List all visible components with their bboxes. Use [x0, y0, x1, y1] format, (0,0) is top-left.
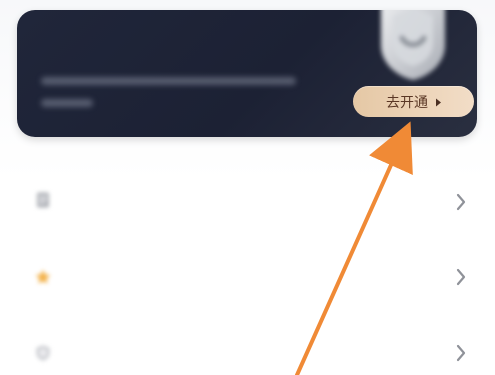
star-icon	[35, 269, 51, 284]
document-icon	[37, 192, 49, 208]
open-membership-button[interactable]: 去开通	[353, 86, 474, 117]
vip-card-subtitle	[41, 76, 311, 110]
menu-item-label-2	[80, 269, 246, 289]
menu-item-2[interactable]	[0, 242, 495, 314]
open-membership-label: 去开通	[386, 93, 428, 110]
chevron-right-icon	[456, 193, 466, 211]
triangle-right-icon	[436, 98, 441, 106]
shield-icon	[36, 345, 50, 361]
menu-item-label-3	[80, 348, 184, 368]
vip-card-title	[43, 36, 223, 54]
menu-item-1[interactable]	[0, 164, 495, 236]
vip-promo-card[interactable]: 去开通	[17, 10, 477, 137]
chevron-right-icon	[456, 344, 466, 362]
shield-badge-icon	[381, 10, 445, 80]
chevron-right-icon	[456, 268, 466, 286]
menu-item-3[interactable]	[0, 320, 495, 375]
membership-screen: 去开通	[0, 0, 495, 375]
menu-item-label-1	[80, 193, 200, 213]
